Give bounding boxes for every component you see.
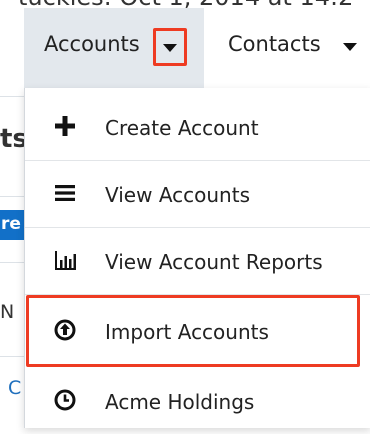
nav-accounts-label[interactable]: Accounts <box>44 32 140 56</box>
page-divider <box>0 196 24 197</box>
menu-item-label: View Accounts <box>105 183 250 207</box>
chevron-down-icon[interactable] <box>343 43 357 51</box>
menu-item-view-account-reports[interactable]: View Account Reports <box>25 228 370 294</box>
accounts-dropdown-toggle[interactable] <box>153 28 187 66</box>
list-icon <box>55 185 75 201</box>
accounts-dropdown-menu: Create Account View Accounts View Accoun… <box>24 88 370 428</box>
chevron-down-icon <box>163 44 177 52</box>
navbar: Accounts Contacts <box>0 8 370 88</box>
menu-item-create-account[interactable]: Create Account <box>25 94 370 160</box>
top-strip-text: tuckles: Oct 1, 2014 at 14:2 <box>18 0 353 8</box>
page-tab-fragment[interactable]: re <box>0 210 24 240</box>
menu-item-label: View Account Reports <box>105 250 323 274</box>
nav-contacts-tab[interactable]: Contacts <box>204 8 370 88</box>
column-header-fragment: N <box>0 301 15 323</box>
bar-chart-icon <box>55 251 76 270</box>
import-highlight-box <box>26 295 360 367</box>
top-strip: tuckles: Oct 1, 2014 at 14:2 <box>0 0 370 8</box>
menu-item-label: Create Account <box>105 116 259 140</box>
page-divider <box>0 96 24 97</box>
page-divider <box>0 356 24 357</box>
page-tab-label: re <box>1 214 21 234</box>
page-divider <box>0 262 24 263</box>
nav-contacts-label[interactable]: Contacts <box>228 32 321 56</box>
plus-icon <box>55 116 75 136</box>
menu-item-label: Acme Holdings <box>105 390 255 414</box>
menu-item-view-accounts[interactable]: View Accounts <box>25 161 370 227</box>
menu-item-acme-holdings[interactable]: Acme Holdings <box>25 368 370 434</box>
page-heading-fragment: ts <box>0 124 24 154</box>
nav-accounts-tab[interactable]: Accounts <box>24 8 204 88</box>
clock-icon <box>54 389 76 411</box>
record-link-fragment[interactable]: C <box>8 377 21 399</box>
